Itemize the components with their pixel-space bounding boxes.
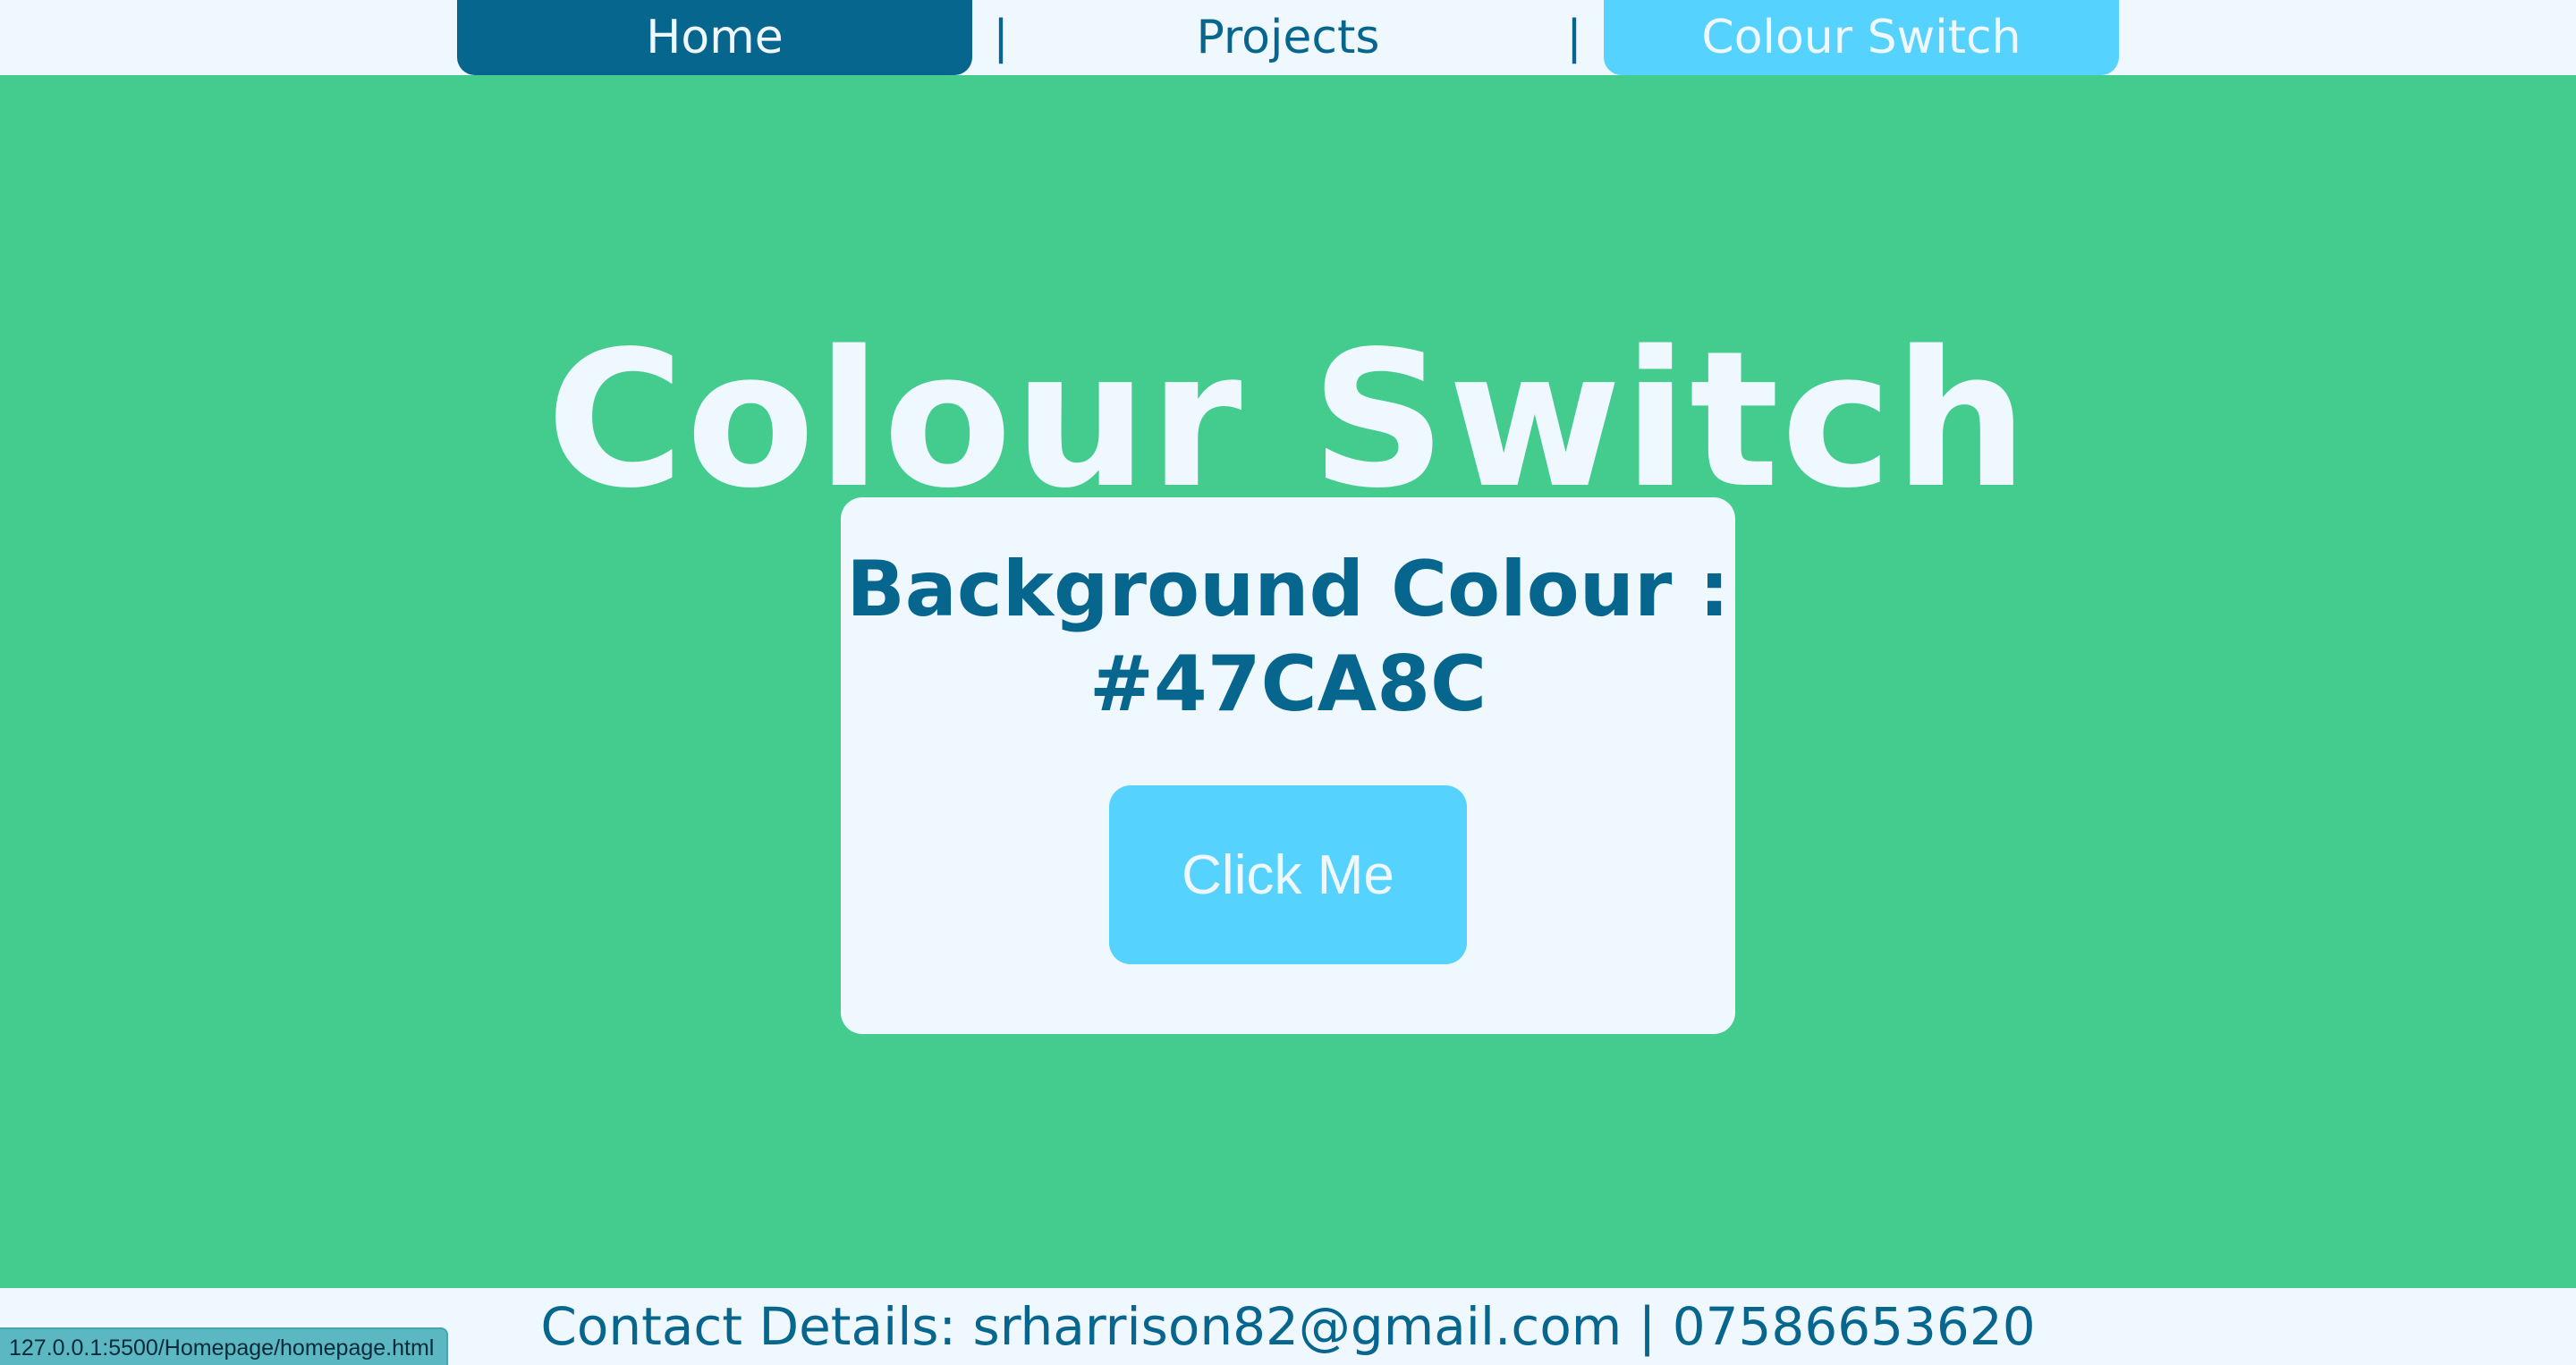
nav-link-colour-switch[interactable]: Colour Switch bbox=[1604, 0, 2119, 75]
background-colour-value: #47CA8C bbox=[1089, 640, 1487, 729]
click-me-button[interactable]: Click Me bbox=[1109, 785, 1467, 964]
browser-status-url: 127.0.0.1:5500/Homepage/homepage.html bbox=[0, 1327, 449, 1365]
nav-link-home[interactable]: Home bbox=[457, 0, 972, 75]
nav-separator: | bbox=[1566, 11, 1582, 64]
background-colour-label: Background Colour : bbox=[846, 545, 1730, 634]
top-navbar: Home | Projects | Colour Switch bbox=[0, 0, 2576, 75]
page-title: Colour Switch bbox=[546, 309, 2030, 530]
nav-link-projects[interactable]: Projects bbox=[1030, 0, 1546, 75]
nav-separator: | bbox=[993, 11, 1009, 64]
main-content: Colour Switch Background Colour : #47CA8… bbox=[0, 75, 2576, 1288]
colour-card: Background Colour : #47CA8C Click Me bbox=[841, 497, 1735, 1034]
